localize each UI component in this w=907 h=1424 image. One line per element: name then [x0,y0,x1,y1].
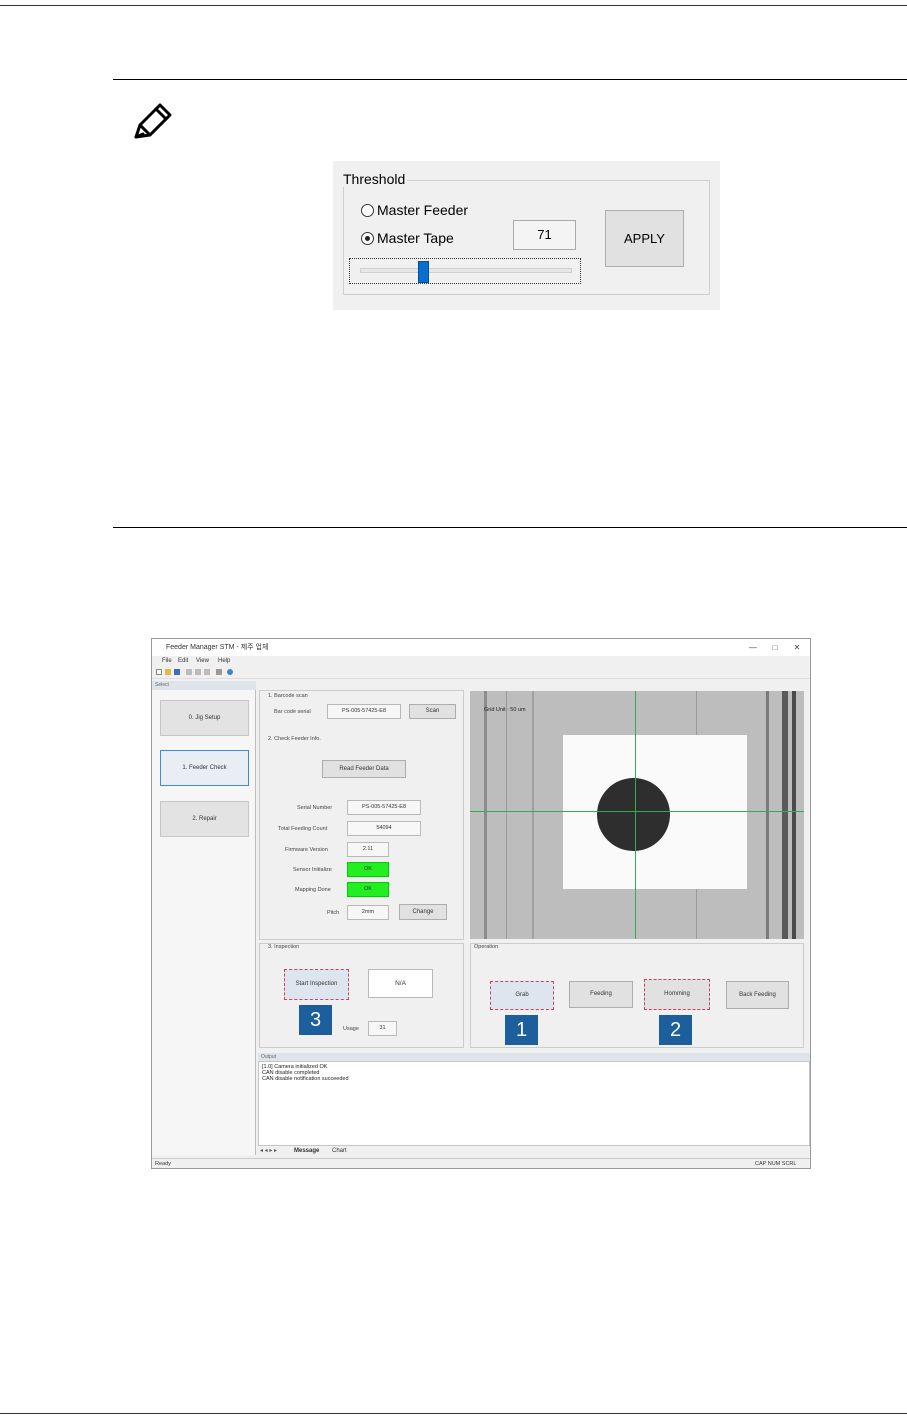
output-log: [1.0] Camera initialized OK CAN disable … [258,1061,810,1146]
jig-setup-button[interactable]: 0. Jig Setup [160,700,249,736]
master-feeder-label: Master Feeder [377,202,469,218]
camera-streak [766,691,769,939]
inspection-result-field: N/A [368,969,433,998]
maximize-icon[interactable]: □ [764,639,786,656]
window-title: Feeder Manager STM - 제주 업체 [152,639,810,656]
minimize-icon[interactable]: — [742,639,764,656]
threshold-value-field[interactable]: 71 [513,220,576,250]
callout-badge-1: 1 [505,1015,538,1045]
firmware-field: 2.11 [347,842,389,857]
output-tabs: ◂ ◂ ▸ ▸ Message Chart [258,1146,810,1156]
master-tape-radio[interactable] [361,232,374,245]
check-section-title: 2. Check Feeder Info. [268,736,321,742]
slider-track [360,268,572,273]
print-icon[interactable] [216,669,222,675]
note-bottom-rule [113,527,907,528]
status-indicators: CAP NUM SCRL [755,1161,797,1167]
save-icon[interactable] [174,669,180,675]
toolbar [152,666,810,679]
close-icon[interactable]: ✕ [786,639,808,656]
threshold-title: Threshold [341,171,408,187]
left-pane-title: Select [152,681,256,690]
serial-label: Serial Number [297,805,333,811]
change-button[interactable]: Change [399,904,447,920]
new-icon[interactable] [156,669,162,675]
barcode-label: Bar code serial [274,709,311,715]
menu-edit[interactable]: Edit [178,656,188,666]
camera-streak [532,691,534,939]
menu-view[interactable]: View [196,656,209,666]
output-line: CAN disable notification succeeded [262,1076,349,1082]
serial-field: PS-005-57425-E8 [347,800,421,815]
tab-chart[interactable]: Chart [332,1146,347,1156]
homming-button[interactable]: Homming [644,979,710,1010]
slider-thumb[interactable] [418,261,430,283]
start-inspection-button[interactable]: Start Inspection [284,969,349,1000]
firmware-label: Firmware Version [285,847,328,853]
pitch-label: Pitch [327,910,340,916]
callout-badge-2: 2 [659,1015,692,1045]
feeder-check-button[interactable]: 1. Feeder Check [160,750,249,786]
left-pane: Select 0. Jig Setup 1. Feeder Check 2. R… [152,681,256,1155]
output-title: Output [258,1053,810,1061]
master-tape-label: Master Tape [377,230,454,246]
camera-view: Grid Unit : 50 um [470,691,804,939]
usage-label: Usage [343,1026,359,1032]
menu-file[interactable]: File [162,656,172,666]
status-text: Ready [155,1161,171,1167]
camera-streak [792,691,796,939]
pencil-note-icon [128,97,176,145]
usage-field: 31 [368,1021,397,1036]
menu-bar: File Edit View Help [152,656,810,666]
repair-button[interactable]: 2. Repair [160,801,249,837]
inspection-section-title: 3. Inspection [268,944,300,950]
cut-icon[interactable] [186,669,192,675]
top-page-rule [0,5,907,6]
feeder-info-pane [259,690,464,940]
bottom-page-rule [0,1413,907,1414]
crosshair-vertical [635,691,636,939]
grab-button[interactable]: Grab [490,981,554,1010]
callout-badge-3: 3 [299,1005,332,1035]
grid-unit-label: Grid Unit : 50 um [484,707,526,713]
feeding-button[interactable]: Feeding [569,981,633,1008]
scan-button[interactable]: Scan [409,704,456,719]
sensor-status: OK [347,862,389,877]
open-icon[interactable] [165,669,171,675]
threshold-slider[interactable] [349,258,581,284]
paste-icon[interactable] [204,669,210,675]
menu-help[interactable]: Help [218,656,230,666]
note-top-rule [113,79,907,80]
barcode-field[interactable]: PS-005-57425-E8 [327,704,401,719]
threshold-panel: Threshold Master Feeder Master Tape 71 A… [333,161,720,310]
barcode-section-title: 1. Barcode scan [268,693,308,699]
feeding-count-field: 54094 [347,821,421,836]
camera-fiducial-dot [597,778,670,851]
read-feeder-button[interactable]: Read Feeder Data [322,760,406,778]
camera-streak [782,691,788,939]
pitch-field: 2mm [347,905,389,920]
master-feeder-radio[interactable] [361,204,374,217]
crosshair-horizontal [470,811,804,812]
feeder-manager-window: Feeder Manager STM - 제주 업체 — □ ✕ File Ed… [151,638,811,1169]
tab-nav-arrows[interactable]: ◂ ◂ ▸ ▸ [260,1146,277,1156]
back-feeding-button[interactable]: Back Feeding [726,981,789,1009]
camera-streak [506,691,507,939]
mapping-label: Mapping Done [295,887,331,893]
sensor-label: Sensor Initialize [293,867,332,873]
status-bar: Ready CAP NUM SCRL [152,1158,810,1168]
feeding-count-label: Total Feeding Count [278,826,328,832]
tab-message[interactable]: Message [294,1146,319,1156]
copy-icon[interactable] [195,669,201,675]
mapping-status: OK [347,882,389,897]
apply-button[interactable]: APPLY [605,210,684,267]
camera-streak [484,691,487,939]
help-icon[interactable] [227,669,233,675]
operation-section-title: Operation [474,944,499,950]
